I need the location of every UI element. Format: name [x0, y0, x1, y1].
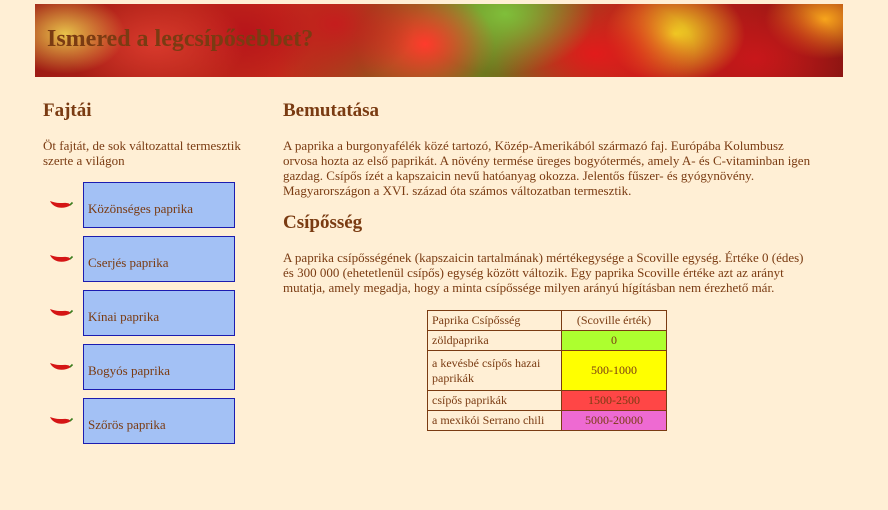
heat-heading: Csípősség [283, 212, 363, 233]
chili-pepper-icon [50, 255, 73, 262]
table-row: a mexikói Serrano chili 5000-20000 [427, 410, 667, 431]
variety-item[interactable]: Szőrös paprika [43, 398, 243, 444]
table-row: csípős paprikák 1500-2500 [427, 390, 667, 411]
table-cell-value: 0 [561, 330, 667, 351]
varieties-intro: Öt fajtát, de sok változattal termesztik… [43, 138, 241, 168]
table-row: zöldpaprika 0 [427, 330, 667, 351]
variety-item[interactable]: Kínai paprika [43, 290, 243, 336]
intro-heading: Bemutatása [283, 100, 380, 121]
table-cell-value: 1500-2500 [561, 390, 667, 411]
variety-button-bogyos[interactable]: Bogyós paprika [83, 344, 235, 390]
chili-pepper-icon [50, 201, 73, 208]
table-cell-name: a mexikói Serrano chili [427, 410, 562, 431]
intro-paragraph: A paprika a burgonyafélék közé tartozó, … [283, 138, 811, 198]
chili-pepper-icon [50, 309, 73, 316]
table-header-cell: Paprika Csípősség [427, 310, 562, 331]
main-content: Bemutatása A paprika a burgonyafélék köz… [283, 100, 813, 431]
chili-pepper-icon [50, 363, 73, 370]
varieties-sidebar: Fajtái Öt fajtát, de sok változattal ter… [43, 100, 243, 452]
page-title: Ismered a legcsípősebbet? [47, 26, 314, 52]
variety-item[interactable]: Közönséges paprika [43, 182, 243, 228]
table-cell-value: 5000-20000 [561, 410, 667, 431]
varieties-heading: Fajtái [43, 100, 92, 121]
table-cell-name: zöldpaprika [427, 330, 562, 351]
table-cell-value: 500-1000 [561, 350, 667, 391]
variety-button-kozonseges[interactable]: Közönséges paprika [83, 182, 235, 228]
table-row: a kevésbé csípős hazai paprikák 500-1000 [427, 350, 667, 391]
variety-item[interactable]: Bogyós paprika [43, 344, 243, 390]
variety-button-cserjes[interactable]: Cserjés paprika [83, 236, 235, 282]
chili-pepper-icon [50, 417, 73, 424]
table-cell-name: csípős paprikák [427, 390, 562, 411]
table-cell-name: a kevésbé csípős hazai paprikák [427, 350, 562, 391]
scoville-table: Paprika Csípősség (Scoville érték) zöldp… [427, 310, 667, 431]
header-banner: Ismered a legcsípősebbet? [35, 4, 843, 77]
heat-paragraph: A paprika csípősségének (kapszaicin tart… [283, 250, 804, 295]
table-header-row: Paprika Csípősség (Scoville érték) [427, 310, 667, 331]
table-header-cell: (Scoville érték) [561, 310, 667, 331]
variety-item[interactable]: Cserjés paprika [43, 236, 243, 282]
variety-button-kinai[interactable]: Kínai paprika [83, 290, 235, 336]
variety-button-szoros[interactable]: Szőrös paprika [83, 398, 235, 444]
